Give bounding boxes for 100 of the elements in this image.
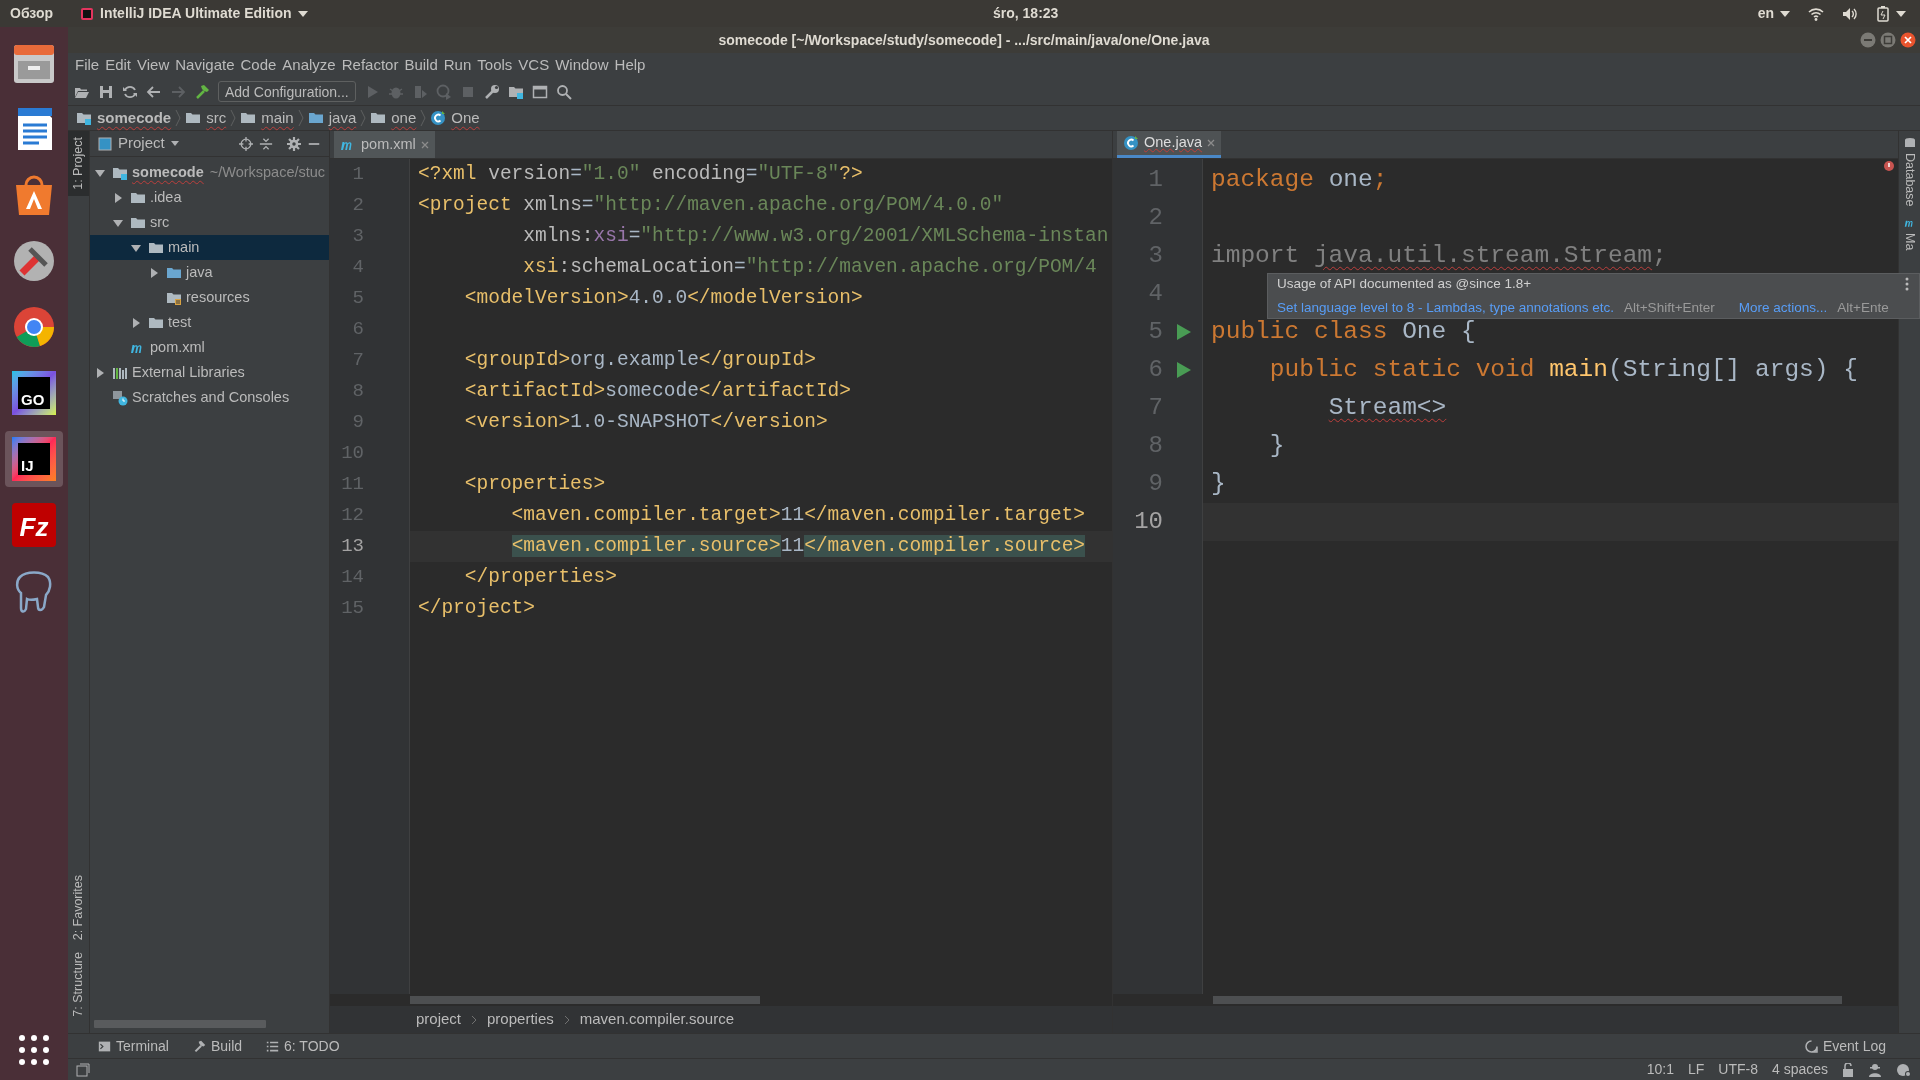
language-indicator[interactable]: en [1757,3,1790,24]
scrollbar-thumb[interactable] [1213,996,1842,1004]
collapse-icon[interactable] [259,136,273,151]
menu-item[interactable]: Code [237,54,280,77]
code-line: <modelVersion>4.0.0</modelVersion> [463,285,863,311]
editor-tab[interactable]: One.java [1117,131,1222,158]
inspector-icon[interactable] [1868,1062,1882,1077]
back-arrow-icon[interactable] [146,83,162,100]
app-logo-icon[interactable]: GO [12,371,56,415]
status-item[interactable]: LF [1687,1059,1705,1080]
menu-item[interactable]: Navigate [172,54,238,77]
editor-tab[interactable]: pom.xml [334,131,435,158]
app-logo-icon[interactable]: Fz [12,503,56,547]
collapsed-arrow-icon[interactable] [148,266,160,279]
code-line: Stream<> [1327,392,1447,423]
breadcrumb-item[interactable]: project [416,1008,462,1031]
app-grid-icon[interactable] [18,1034,50,1066]
tool-window-tab[interactable]: Build [192,1035,243,1057]
tree-item[interactable]: java [90,260,329,285]
tree-item[interactable]: main [90,235,329,260]
status-item[interactable]: 4 spaces [1771,1059,1828,1080]
chevron-icon [175,109,182,127]
sync-icon[interactable] [122,83,138,100]
breadcrumb-item[interactable]: src [185,106,227,130]
power-menu[interactable] [1876,5,1906,22]
tree-item[interactable]: test [90,310,329,335]
app-menu[interactable]: IntelliJ IDEA Ultimate Edition [100,3,308,24]
breadcrumb-item[interactable]: one [370,106,417,130]
error-icon[interactable] [1884,161,1894,171]
code-line: xsi:schemaLocation="http://maven.apache.org/POM/4 [522,254,1097,280]
menu-item[interactable]: File [72,54,103,77]
run-icon[interactable] [1177,324,1191,340]
line-number: 13 [340,534,364,560]
volume-icon[interactable] [1842,6,1858,21]
collapsed-arrow-icon[interactable] [94,366,106,379]
breadcrumb-item[interactable]: One [430,106,480,130]
menu-item[interactable]: Build [401,54,441,77]
wifi-icon[interactable] [1808,6,1824,21]
tool-window-tab[interactable]: 1: Project [68,131,89,196]
tree-item[interactable]: .idea [90,185,329,210]
scrollbar-thumb[interactable] [94,1020,266,1028]
app-logo-icon[interactable]: IJ [12,437,56,481]
tool-window-tab[interactable]: Terminal [98,1035,169,1057]
close-icon[interactable] [1900,32,1916,48]
run-configuration-button[interactable]: Add Configuration... [218,81,356,102]
menu-item[interactable]: Window [552,54,612,77]
tool-window-tab[interactable]: 7: Structure [68,946,89,1023]
minimize-icon[interactable] [1860,32,1876,48]
menu-item[interactable]: Analyze [279,54,339,77]
hammer-icon[interactable] [194,83,210,100]
tree-item[interactable]: resources [90,285,329,310]
menu-item[interactable]: VCS [515,54,553,77]
scrollbar-thumb[interactable] [410,996,760,1004]
menu-item[interactable]: View [134,54,173,77]
tool-window-tab[interactable]: 6: TODO [266,1035,340,1057]
menu-item[interactable]: Run [440,54,475,77]
settings-icon[interactable] [287,136,301,151]
tool-windows-icon[interactable] [76,1062,90,1077]
wrench-icon[interactable] [483,83,500,100]
code-line: <?xml version="1.0" encoding="UTF-8"?> [418,161,863,187]
collapsed-arrow-icon[interactable] [130,316,142,329]
breadcrumb-item[interactable]: somecode [76,106,172,130]
tool-window-tab[interactable]: Ma [1900,216,1919,250]
more-icon[interactable] [1905,276,1909,291]
menu-item[interactable]: Refactor [338,54,402,77]
activities-button[interactable]: Обзор [10,3,68,24]
breadcrumb-item[interactable]: properties [487,1008,554,1031]
quick-fix-link[interactable]: Set language level to 8 - Lambdas, type annotations etc. [1277,298,1614,318]
tree-item[interactable]: somecode ~/Workspace/stuc [90,160,329,185]
code-line: } [1211,468,1226,499]
clock[interactable]: śro, 18:23 [993,3,1059,24]
locate-icon[interactable] [239,136,253,151]
search-icon[interactable] [555,83,572,100]
code-line: <version>1.0-SNAPSHOT</version> [463,409,828,435]
code-line: <artifactId>somecode</artifactId> [463,378,851,404]
terminal-window-icon[interactable] [531,83,548,100]
breadcrumb-item[interactable]: main [240,106,294,130]
status-item[interactable]: UTF-8 [1718,1059,1758,1080]
collapsed-arrow-icon[interactable] [112,191,124,204]
lock-icon[interactable] [1842,1062,1854,1077]
menu-item[interactable]: Tools [474,54,516,77]
menu-item[interactable]: Edit [102,54,135,77]
folder-icon [307,110,324,126]
code-line: <properties> [463,471,606,497]
event-log-button[interactable]: Event Log [1804,1035,1886,1057]
code-line: <maven.compiler.target>11</maven.compiler.target> [510,502,1086,528]
panel-title-dropdown[interactable]: Project [98,132,179,155]
tool-window-tab[interactable]: 2: Favorites [68,869,89,947]
tool-window-tab[interactable]: Database [1900,137,1919,207]
breadcrumb-item[interactable]: maven.compiler.source [579,1008,734,1031]
tree-item[interactable]: Scratches and Consoles [90,385,329,410]
breadcrumb-item[interactable]: java [307,106,357,130]
tree-item[interactable]: src [90,210,329,235]
status-item[interactable]: 10:1 [1646,1059,1674,1080]
tree-item[interactable]: External Libraries [90,360,329,385]
more-actions-link[interactable]: More actions... [1738,298,1828,318]
tree-item[interactable]: pom.xml [90,335,329,360]
database-icon [1903,137,1916,149]
run-icon[interactable] [1177,362,1191,378]
menu-item[interactable]: Help [611,54,649,77]
